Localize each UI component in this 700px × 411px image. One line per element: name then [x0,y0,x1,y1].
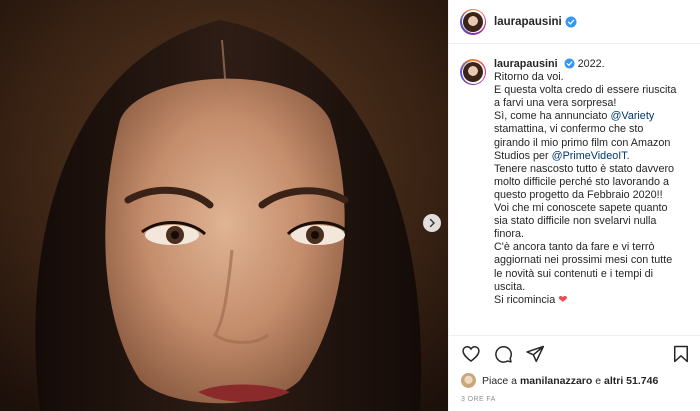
post-header: laurapausini [449,0,700,44]
mention-variety-link[interactable]: @Variety [610,110,654,122]
author-avatar[interactable] [460,8,486,35]
bookmark-icon[interactable] [671,344,691,364]
likes-prefix: Piace a [482,374,518,387]
next-photo-button[interactable] [423,214,441,232]
caption-text-line: Tenere nascosto tutto è stato davvero [494,162,675,175]
caption-text-line: a farvi una vera sorpresa! [494,97,617,110]
caption-text: laurapausini 2022. Ritorno da voi. E que… [494,58,694,335]
verified-badge-icon [565,16,577,28]
chevron-right-icon [429,218,435,228]
post-actions: Piace a manilanazzaro e altri 51.746 3 O… [449,335,700,411]
verified-badge-icon [564,58,575,69]
caption-text-line: Si ricomincia [494,293,556,306]
comment-icon[interactable] [493,344,513,364]
heart-outline-icon[interactable] [461,344,481,364]
likes-conjunction: e [595,374,602,387]
caption-avatar[interactable] [460,59,486,85]
portrait-image [0,0,448,411]
mention-primevideoit-link[interactable]: @PrimeVideoIT [552,150,627,162]
caption-line-19: Si ricomincia ❤ [494,294,694,307]
caption-text-line: aggiornati nei prossimi mesi con tutte [494,254,673,267]
caption-block: laurapausini 2022. Ritorno da voi. E que… [449,58,700,335]
post-photo[interactable] [0,0,448,411]
caption-username[interactable]: laurapausini [494,58,558,70]
caption-text-line: questo progetto da Febbraio 2020!! [494,188,663,201]
author-username[interactable]: laurapausini [494,16,562,28]
likes-count-link[interactable]: altri 51.746 [604,375,658,387]
caption-line-1: laurapausini 2022. [494,58,694,71]
caption-text-line: Ritorno da voi. [494,71,564,84]
likes-summary: Piace a manilanazzaro e altri 51.746 [461,373,658,388]
caption-text-line: le novità sui contenuti e i tempi di [494,267,654,280]
caption-text-line: uscita. [494,280,526,293]
paper-plane-icon[interactable] [525,344,545,364]
heart-emoji-icon: ❤ [558,293,568,306]
caption-line-5: Sì, come ha annunciato @Variety [494,110,655,123]
caption-text-line: Voi che mi conoscete sapete quanto [494,202,668,215]
caption-text-line: E questa volta credo di essere riuscita [494,84,677,97]
caption-text-line: 2022. [577,58,605,70]
caption-text-line: C'è ancora tanto da fare e vi terrò [494,241,655,254]
caption-line-8: Studios per @PrimeVideoIT. [494,149,630,162]
caption-text-line: molto difficile perché sto lavorando a [494,175,670,188]
caption-text-line: sia stato difficile non svelarvi nulla [494,215,657,228]
caption-text-line: finora. [494,228,525,241]
caption-text-line: stamattina, vi confermo che sto [494,123,644,136]
liker-avatar[interactable] [461,373,476,388]
post-timestamp[interactable]: 3 ORE FA [461,396,496,403]
liker-username[interactable]: manilanazzaro [520,375,592,387]
post-side-panel: laurapausini laurapausini 2022. Ritorno … [448,0,700,411]
caption-text-line: girando il mio primo film con Amazon [494,136,671,149]
